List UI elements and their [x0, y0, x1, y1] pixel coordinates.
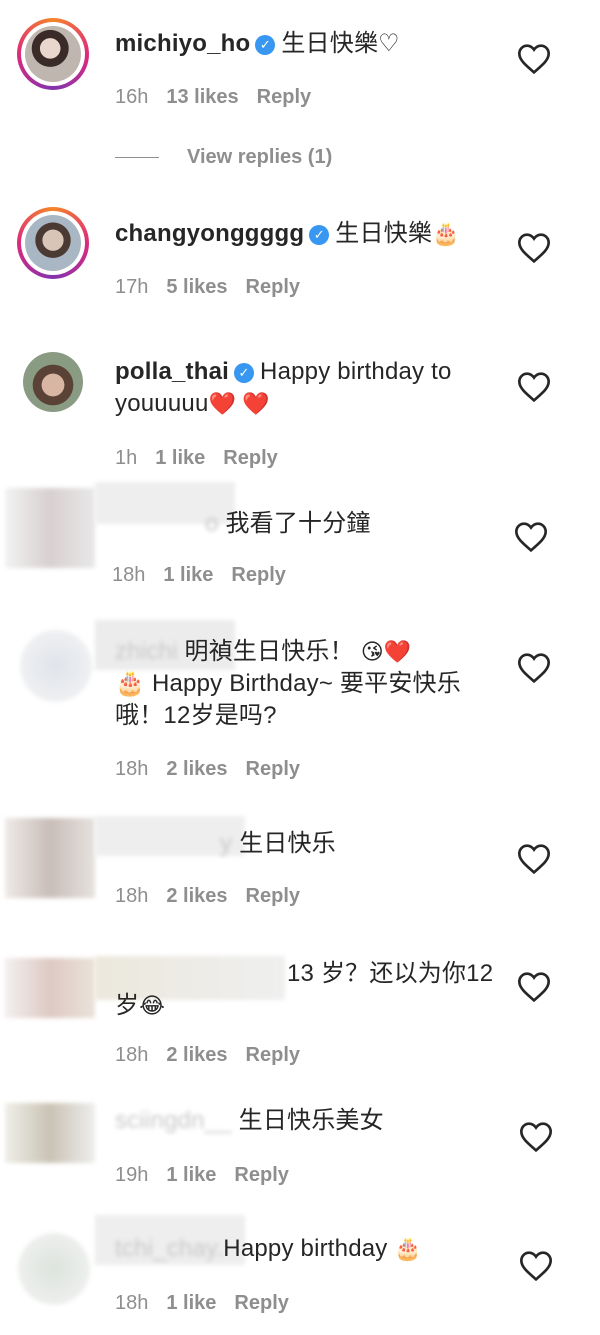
timestamp: 18h — [115, 885, 149, 907]
username[interactable]: michiyo_ho — [115, 30, 250, 57]
timestamp: 1h — [115, 447, 138, 469]
comment-text: 13 岁？还以为你12岁 — [115, 960, 494, 1019]
avatar[interactable] — [5, 958, 95, 1018]
timestamp: 16h — [115, 86, 149, 108]
likes-count[interactable]: 2 likes — [166, 1044, 227, 1066]
likes-count[interactable]: 2 likes — [166, 758, 227, 780]
reply-button[interactable]: Reply — [234, 1292, 288, 1314]
like-heart-icon[interactable] — [514, 522, 548, 553]
timestamp: 18h — [115, 1044, 149, 1066]
comment-text-continued: 🎂 Happy Birthday~ 要平安快乐哦！12岁是吗? — [115, 670, 461, 729]
avatar[interactable] — [20, 630, 92, 702]
emoji: 😘❤️ — [360, 639, 412, 664]
username[interactable]: y — [220, 830, 232, 857]
comment-text: 生日快乐美女 — [238, 1107, 384, 1134]
likes-count[interactable]: 13 likes — [166, 86, 238, 108]
timestamp: 19h — [115, 1164, 149, 1186]
view-replies-button[interactable]: View replies (1) — [115, 146, 332, 169]
username[interactable]: o — [205, 510, 219, 537]
like-heart-icon[interactable] — [517, 372, 551, 403]
avatar[interactable] — [17, 18, 89, 90]
like-heart-icon[interactable] — [519, 1251, 553, 1282]
username[interactable]: changyonggggg — [115, 220, 304, 247]
comment-text: 生日快樂 — [281, 30, 379, 57]
likes-count[interactable]: 5 likes — [166, 276, 227, 298]
comment-text: 我看了十分鐘 — [225, 510, 371, 537]
avatar[interactable] — [5, 818, 95, 898]
verified-icon: ✓ — [309, 225, 330, 245]
cake-emoji: 🎂 — [394, 1236, 422, 1261]
likes-count[interactable]: 1 like — [155, 447, 205, 469]
likes-count[interactable]: 1 like — [166, 1164, 216, 1186]
timestamp: 18h — [115, 1292, 149, 1314]
reply-button[interactable]: Reply — [246, 758, 300, 780]
reply-button[interactable]: Reply — [234, 1164, 288, 1186]
divider — [115, 157, 159, 159]
like-heart-icon[interactable] — [517, 44, 551, 75]
reply-button[interactable]: Reply — [231, 564, 285, 586]
likes-count[interactable]: 1 like — [166, 1292, 216, 1314]
avatar[interactable] — [5, 488, 95, 568]
reply-button[interactable]: Reply — [257, 86, 311, 108]
comment-text: Happy birthday — [223, 1235, 388, 1262]
timestamp: 18h — [112, 564, 146, 586]
like-heart-icon[interactable] — [517, 972, 551, 1003]
like-heart-icon[interactable] — [517, 844, 551, 875]
reply-button[interactable]: Reply — [223, 447, 277, 469]
username[interactable]: zhichi — [115, 638, 178, 665]
reply-button[interactable]: Reply — [246, 885, 300, 907]
timestamp: 18h — [115, 758, 149, 780]
reply-button[interactable]: Reply — [246, 1044, 300, 1066]
username[interactable]: sciingdn__ — [115, 1107, 232, 1134]
heart-emoji: ❤️ ❤️ — [208, 391, 270, 416]
reply-button[interactable]: Reply — [246, 276, 300, 298]
username[interactable]: polla_thai — [115, 358, 229, 385]
avatar[interactable] — [17, 207, 89, 279]
laughing-emoji: 😂 — [139, 993, 166, 1018]
heart-emoji: ♡ — [378, 30, 400, 57]
like-heart-icon[interactable] — [517, 653, 551, 684]
username[interactable]: tchi_chay. — [115, 1235, 223, 1262]
timestamp: 17h — [115, 276, 149, 298]
avatar[interactable] — [5, 1103, 95, 1163]
avatar[interactable] — [18, 1233, 90, 1305]
comment-text: 生日快樂 — [335, 220, 433, 247]
verified-icon: ✓ — [255, 35, 276, 55]
avatar[interactable] — [23, 352, 83, 412]
like-heart-icon[interactable] — [517, 233, 551, 264]
comment-text: 明禎生日快乐！ — [184, 638, 354, 665]
likes-count[interactable]: 2 likes — [166, 885, 227, 907]
comment-text: 生日快乐 — [239, 830, 336, 857]
like-heart-icon[interactable] — [519, 1122, 553, 1153]
cake-emoji: 🎂 — [432, 221, 460, 246]
likes-count[interactable]: 1 like — [163, 564, 213, 586]
comment-meta: 16h 13 likes Reply — [115, 86, 329, 109]
verified-icon: ✓ — [234, 363, 255, 383]
